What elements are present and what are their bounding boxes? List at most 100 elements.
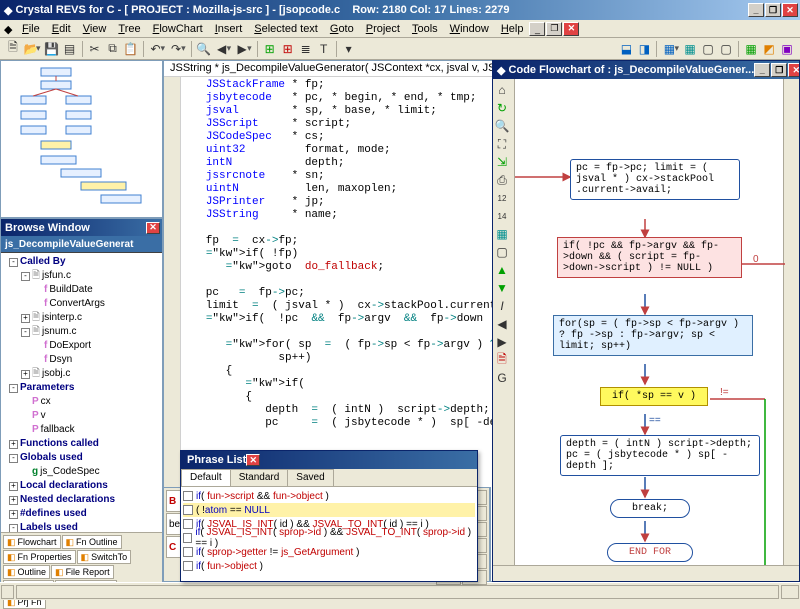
- list-icon[interactable]: ≣: [297, 40, 315, 58]
- menu-insert[interactable]: Insert: [209, 22, 249, 36]
- tree-row[interactable]: +Nested declarations: [3, 493, 162, 507]
- cut-icon[interactable]: ✂: [86, 40, 104, 58]
- flow-fit-icon[interactable]: ⛶: [493, 135, 511, 153]
- fwd-dropdown[interactable]: ▾: [247, 43, 254, 54]
- menu-edit[interactable]: Edit: [46, 22, 77, 36]
- tree-row[interactable]: fDsyn: [3, 353, 162, 367]
- menu-selected-text[interactable]: Selected text: [248, 22, 324, 36]
- tree-row[interactable]: +Functions called: [3, 437, 162, 451]
- flow-down-icon[interactable]: ▼: [493, 279, 511, 297]
- tree-expand[interactable]: -: [21, 328, 30, 337]
- tree-row[interactable]: -Parameters: [3, 381, 162, 395]
- browse-tab-fn-properties[interactable]: ◧Fn Properties: [3, 550, 76, 564]
- tree-row[interactable]: +#defines used: [3, 507, 162, 521]
- phrase-tab-saved[interactable]: Saved: [287, 469, 333, 486]
- flow-box-icon[interactable]: ▢: [493, 243, 511, 261]
- menu-file[interactable]: File: [16, 22, 46, 36]
- phrase-tab-default[interactable]: Default: [181, 469, 231, 486]
- phrase-close-button[interactable]: ✕: [246, 454, 260, 466]
- flow-node-init[interactable]: pc = fp->pc; limit = ( jsval * ) cx->sta…: [570, 159, 740, 200]
- split-v-icon[interactable]: ◨: [635, 40, 653, 58]
- mdi-close-button[interactable]: ✕: [563, 22, 579, 36]
- menu-goto[interactable]: Goto: [324, 22, 360, 36]
- flowchart-canvas[interactable]: pc = fp->pc; limit = ( jsval * ) cx->sta…: [515, 79, 783, 565]
- browse-tree[interactable]: -Called By-🗎jsfun.cfBuildDatefConvertArg…: [1, 253, 162, 532]
- menu-tools[interactable]: Tools: [406, 22, 444, 36]
- flow-g-icon[interactable]: G: [493, 369, 511, 387]
- flow-node-body[interactable]: depth = ( intN ) script->depth; pc = ( j…: [560, 435, 760, 476]
- flow-export-icon[interactable]: ⇲: [493, 153, 511, 171]
- tree-row[interactable]: fConvertArgs: [3, 297, 162, 311]
- tree-row[interactable]: Pv: [3, 409, 162, 423]
- flow-left-icon[interactable]: ◀: [493, 315, 511, 333]
- window2-icon[interactable]: ▢: [717, 40, 735, 58]
- mdi-restore-button[interactable]: ❐: [546, 22, 562, 36]
- close-button[interactable]: ✕: [782, 3, 798, 17]
- phrase-checkbox[interactable]: [183, 505, 193, 515]
- tree-row[interactable]: fBuildDate: [3, 283, 162, 297]
- maximize-button[interactable]: ❐: [765, 3, 781, 17]
- phrase-checkbox[interactable]: [183, 519, 193, 529]
- phrase-item[interactable]: if( fun->script && fun->object ): [183, 489, 475, 503]
- tree-expand[interactable]: -: [9, 258, 18, 267]
- phrase-checkbox[interactable]: [183, 547, 193, 557]
- flow-right-icon[interactable]: ▶: [493, 333, 511, 351]
- phrase-checkbox[interactable]: [183, 533, 192, 543]
- find-icon[interactable]: 🔍: [195, 40, 213, 58]
- flow-home-icon[interactable]: ⌂: [493, 81, 511, 99]
- phrase-tab-standard[interactable]: Standard: [230, 469, 289, 486]
- tree-expand[interactable]: -: [9, 524, 18, 533]
- tree-expand[interactable]: -: [21, 272, 30, 281]
- phrase-checkbox[interactable]: [183, 561, 193, 571]
- text-icon[interactable]: T: [315, 40, 333, 58]
- tree-expand[interactable]: -: [9, 384, 18, 393]
- browse-tab-flowchart[interactable]: ◧Flowchart: [3, 535, 61, 549]
- tree-icon[interactable]: ⊞: [261, 40, 279, 58]
- tree-expand[interactable]: +: [21, 370, 30, 379]
- save-all-icon[interactable]: ▤: [61, 40, 79, 58]
- tree-row[interactable]: -🗎jsfun.c: [3, 269, 162, 283]
- tree-expand[interactable]: +: [9, 510, 18, 519]
- flow-node-endfor[interactable]: END FOR: [607, 543, 693, 562]
- flow-refresh-icon[interactable]: ↻: [493, 99, 511, 117]
- tree-row[interactable]: gjs_CodeSpec: [3, 465, 162, 479]
- copy-icon[interactable]: ⧉: [104, 40, 122, 58]
- flow-node-break[interactable]: break;: [610, 499, 690, 518]
- flow-print-icon[interactable]: ⎙: [493, 171, 511, 189]
- save-icon[interactable]: 💾: [43, 40, 61, 58]
- tree-row[interactable]: -🗎jsnum.c: [3, 325, 162, 339]
- tree-row[interactable]: +Local declarations: [3, 479, 162, 493]
- browse-tab-file-report[interactable]: ◧File Report: [51, 565, 114, 579]
- phrase-checkbox[interactable]: [183, 491, 193, 501]
- tree-row[interactable]: Pcx: [3, 395, 162, 409]
- browse-tab-switchto[interactable]: ◧SwitchTo: [77, 550, 132, 564]
- flow-node-for[interactable]: for(sp = ( fp->sp < fp->argv ) ? fp ->sp…: [553, 315, 753, 356]
- flow-maximize-button[interactable]: ❐: [771, 63, 787, 77]
- split-h-icon[interactable]: ⬓: [617, 40, 635, 58]
- tree-expand[interactable]: +: [21, 314, 30, 323]
- tree-row[interactable]: -Globals used: [3, 451, 162, 465]
- flow-node-if[interactable]: if( !pc && fp->argv && fp->down && ( scr…: [557, 237, 742, 278]
- purple-icon[interactable]: ▣: [778, 40, 796, 58]
- flowchart-vscroll[interactable]: [783, 79, 799, 565]
- minimap-overview[interactable]: [1, 61, 162, 217]
- flow-italic-icon[interactable]: I: [493, 297, 511, 315]
- menu-flowchart[interactable]: FlowChart: [147, 22, 209, 36]
- menu-tree[interactable]: Tree: [112, 22, 146, 36]
- tree-expand[interactable]: +: [9, 482, 18, 491]
- tree-row[interactable]: +🗎jsinterp.c: [3, 311, 162, 325]
- tree-row[interactable]: -Called By: [3, 255, 162, 269]
- menu-view[interactable]: View: [77, 22, 113, 36]
- tree-expand[interactable]: +: [9, 440, 18, 449]
- phrase-item[interactable]: if( fun->object ): [183, 559, 475, 573]
- flow-zoom-icon[interactable]: 🔍: [493, 117, 511, 135]
- flow-node-if2[interactable]: if( *sp == v ): [600, 387, 708, 406]
- flow-12-icon[interactable]: 12: [493, 189, 511, 207]
- tree2-icon[interactable]: ⊞: [279, 40, 297, 58]
- browse-tab-outline[interactable]: ◧Outline: [3, 565, 50, 579]
- flow-doc-icon[interactable]: 🗎: [493, 351, 511, 369]
- tree-row[interactable]: fDoExport: [3, 339, 162, 353]
- menu-project[interactable]: Project: [360, 22, 406, 36]
- flow-14-icon[interactable]: 14: [493, 207, 511, 225]
- tree-expand[interactable]: +: [9, 496, 18, 505]
